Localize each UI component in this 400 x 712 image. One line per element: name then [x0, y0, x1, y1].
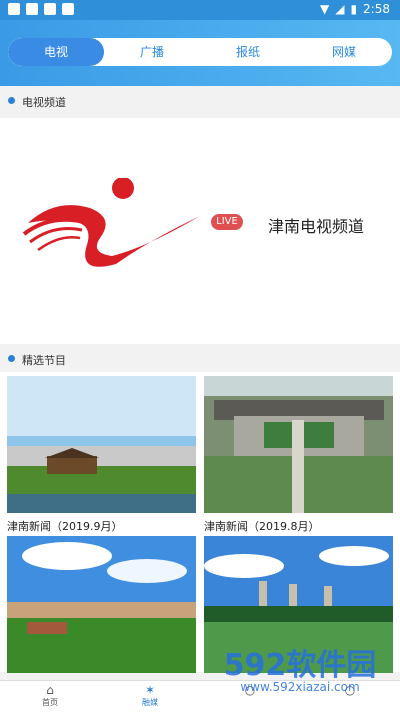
- nav-icon: ○: [344, 683, 356, 697]
- program-thumbnail[interactable]: [7, 376, 196, 513]
- bullet-icon: [8, 97, 15, 104]
- nav-item-4[interactable]: ○: [300, 681, 400, 712]
- channel-section-header: 电视频道: [0, 88, 400, 114]
- bullet-icon: [8, 355, 15, 362]
- program-thumbnail[interactable]: [204, 376, 393, 513]
- channel-card[interactable]: LIVE 津南电视频道: [0, 118, 400, 344]
- signal-icon: ◢: [335, 2, 345, 16]
- image-icon: [26, 3, 38, 15]
- home-icon: ⌂: [46, 683, 54, 697]
- program-thumbnail[interactable]: [204, 536, 393, 673]
- channel-name: 津南电视频道: [268, 217, 365, 236]
- live-badge: LIVE: [211, 214, 243, 230]
- bottom-nav: ⌂ 首页 ✶ 融媒 ○ ○: [0, 680, 400, 712]
- nav-item-3[interactable]: ○: [200, 681, 300, 712]
- section-title: 电视频道: [22, 96, 66, 109]
- tab-tv[interactable]: 电视: [8, 38, 104, 66]
- media-icon: ✶: [144, 683, 156, 697]
- section-title: 精选节目: [22, 354, 66, 367]
- tab-web-media[interactable]: 网媒: [296, 38, 392, 66]
- system-icons: ▼ ◢ ▮ 2:58: [320, 2, 390, 16]
- program-caption: 津南新闻（2019.8月）: [204, 520, 320, 533]
- notification-icon: [44, 3, 56, 15]
- battery-icon: ▮: [350, 2, 358, 16]
- notification-icon: [8, 3, 20, 15]
- nav-media[interactable]: ✶ 融媒: [100, 681, 200, 712]
- program-grid: 津南新闻（2019.9月） 津南新闻（2019.8月）: [0, 372, 400, 673]
- status-bar: ▼ ◢ ▮ 2:58: [0, 0, 400, 20]
- wifi-icon: ▼: [319, 2, 330, 16]
- featured-section-header: 精选节目: [0, 346, 400, 372]
- channel-logo: [22, 178, 200, 267]
- header: 电视 广播 报纸 网媒: [0, 20, 400, 86]
- clock: 2:58: [363, 2, 390, 16]
- tab-radio[interactable]: 广播: [104, 38, 200, 66]
- media-tabs: 电视 广播 报纸 网媒: [8, 38, 392, 66]
- nav-home[interactable]: ⌂ 首页: [0, 681, 100, 712]
- notification-icon: [62, 3, 74, 15]
- tab-newspaper[interactable]: 报纸: [200, 38, 296, 66]
- program-thumbnail[interactable]: [7, 536, 196, 673]
- nav-icon: ○: [244, 683, 256, 697]
- program-caption: 津南新闻（2019.9月）: [7, 520, 123, 533]
- notification-icons: [8, 3, 74, 15]
